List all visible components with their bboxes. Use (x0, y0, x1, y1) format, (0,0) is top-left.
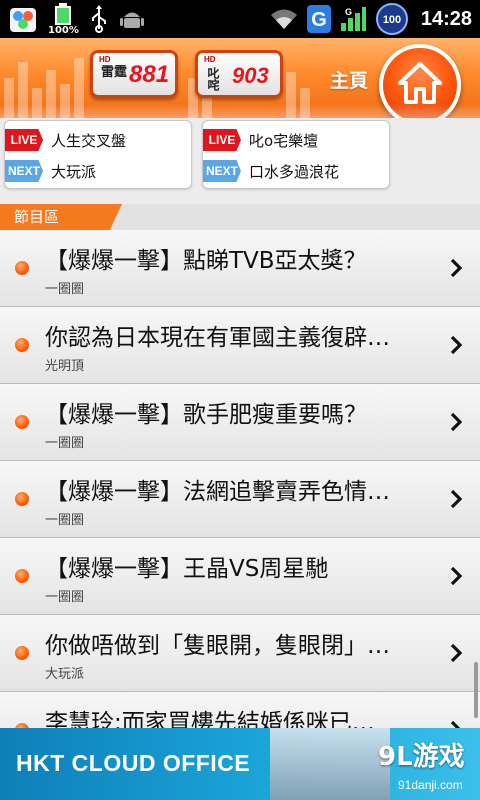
svg-text:G: G (345, 7, 352, 17)
banner-text: HKT CLOUD OFFICE (16, 750, 251, 776)
app-header: HD 雷霆 881 HD 叱咤 903 主頁 (0, 38, 480, 126)
list-item[interactable]: 【爆爆一擊】歌手肥瘦重要嗎？ 一圈圈 (0, 384, 480, 461)
chevron-right-icon (450, 720, 461, 728)
bullet-icon (15, 492, 29, 506)
ad-banner[interactable]: HKT CLOUD OFFICE 9L游戏 91danji.com (0, 728, 480, 800)
clock: 14:28 (420, 7, 472, 30)
bullet-icon (15, 338, 29, 352)
bullet-icon (15, 646, 29, 660)
item-program: 一圈圈 (45, 590, 85, 605)
next-tag: NEXT (203, 160, 241, 182)
usb-icon (89, 5, 109, 33)
watermark-url: 91danji.com (398, 778, 463, 792)
chevron-right-icon (450, 412, 462, 432)
battery-level-text: 100 (383, 14, 401, 26)
live-row: LIVE 人生交叉盤 (5, 127, 126, 153)
home-label[interactable]: 主頁 (330, 66, 368, 93)
item-title: 你認為日本現在有軍國主義復辟… (45, 325, 390, 351)
bullet-icon (15, 261, 29, 275)
battery-percent: 100% (48, 24, 79, 36)
station-name: 叱咤 (206, 67, 220, 91)
chevron-right-icon (450, 489, 462, 509)
live-tag: LIVE (5, 129, 43, 151)
item-program: 一圈圈 (45, 282, 85, 297)
item-title: 你做唔做到「隻眼開，隻眼閉」… (45, 633, 390, 659)
item-title: 【爆爆一擊】點睇TVB亞太獎？ (45, 248, 367, 274)
next-tag: NEXT (5, 160, 43, 182)
list-item[interactable]: 你認為日本現在有軍國主義復辟… 光明頂 (0, 307, 480, 384)
list-item[interactable]: 李慧玲:而家買樓先結婚係咪已… (0, 692, 480, 728)
list-scrollbar[interactable] (474, 662, 478, 718)
item-title: 【爆爆一擊】王晶VS周星馳 (45, 556, 329, 582)
now-playing-card[interactable]: LIVE 叱o宅樂壇 NEXT 口水多過浪花 (202, 120, 390, 189)
item-title: 李慧玲:而家買樓先結婚係咪已… (45, 710, 375, 728)
section-label: 節目區 (0, 204, 122, 230)
house-icon (397, 61, 443, 109)
next-program: 口水多過浪花 (249, 162, 340, 181)
list-item[interactable]: 【爆爆一擊】王晶VS周星馳 一圈圈 (0, 538, 480, 615)
battery-icon: 100% (48, 2, 79, 36)
item-program: 大玩派 (45, 667, 85, 682)
next-program: 大玩派 (51, 162, 97, 181)
chevron-right-icon (450, 643, 462, 663)
chevron-right-icon (450, 566, 462, 586)
app-store-icon (8, 4, 38, 34)
wifi-icon (269, 7, 299, 31)
item-title: 【爆爆一擊】歌手肥瘦重要嗎？ (45, 402, 367, 428)
next-row: NEXT 口水多過浪花 (203, 158, 339, 184)
hd-badge: HD (99, 55, 111, 64)
item-program: 光明頂 (45, 359, 85, 374)
item-title: 【爆爆一擊】法網追擊賣弄色情… (45, 479, 390, 505)
station-903-button[interactable]: HD 叱咤 903 (195, 50, 283, 98)
battery-level-icon: 100 (375, 2, 409, 36)
android-debug-icon (119, 6, 145, 32)
bullet-icon (15, 569, 29, 583)
next-row: NEXT 大玩派 (5, 158, 96, 184)
station-881-button[interactable]: HD 雷霆 881 (90, 50, 178, 98)
program-list[interactable]: 【爆爆一擊】點睇TVB亞太獎？ 一圈圈 你認為日本現在有軍國主義復辟… 光明頂 … (0, 230, 480, 728)
live-tag: LIVE (203, 129, 241, 151)
live-program: 人生交叉盤 (51, 131, 127, 150)
item-program: 一圈圈 (45, 436, 85, 451)
home-button[interactable] (379, 44, 461, 126)
live-row: LIVE 叱o宅樂壇 (203, 127, 318, 153)
status-bar: 100% G G 100 14:28 (0, 0, 480, 38)
watermark-logo: 9L游戏 (378, 742, 465, 772)
list-item[interactable]: 你做唔做到「隻眼開，隻眼閉」… 大玩派 (0, 615, 480, 692)
google-icon: G (306, 5, 331, 33)
station-number: 903 (232, 63, 269, 88)
now-playing-card[interactable]: LIVE 人生交叉盤 NEXT 大玩派 (4, 120, 192, 189)
chevron-right-icon (450, 335, 462, 355)
list-item[interactable]: 【爆爆一擊】法網追擊賣弄色情… 一圈圈 (0, 461, 480, 538)
list-item[interactable]: 【爆爆一擊】點睇TVB亞太獎？ 一圈圈 (0, 230, 480, 307)
station-number: 881 (129, 61, 170, 88)
svg-text:G: G (311, 9, 327, 31)
live-program: 叱o宅樂壇 (249, 131, 319, 150)
bullet-icon (15, 415, 29, 429)
chevron-right-icon (450, 258, 462, 278)
hd-badge: HD (204, 55, 216, 64)
now-playing-area: LIVE 人生交叉盤 NEXT 大玩派 LIVE 叱o宅樂壇 NEXT 口水多過… (0, 118, 480, 204)
signal-icon: G (339, 5, 367, 33)
station-name: 雷霆 (101, 65, 128, 80)
item-program: 一圈圈 (45, 513, 85, 528)
watermark: 9L游戏 91danji.com (372, 734, 480, 800)
section-header: 節目區 (0, 204, 480, 230)
